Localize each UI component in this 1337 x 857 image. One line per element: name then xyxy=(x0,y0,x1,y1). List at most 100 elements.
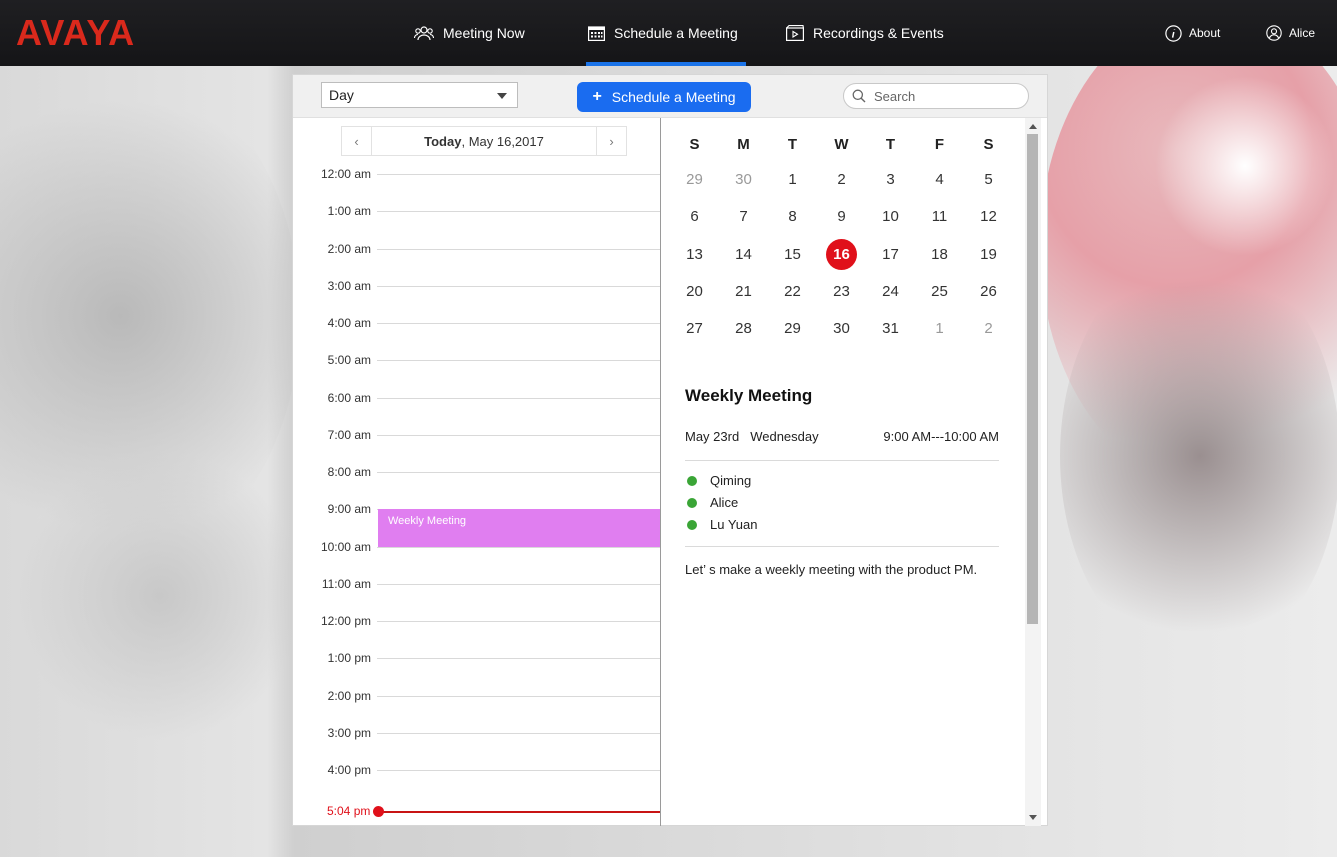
calendar-day[interactable]: 27 xyxy=(670,314,719,344)
hour-gridline xyxy=(377,472,660,473)
calendar-day[interactable]: 6 xyxy=(670,202,719,232)
hour-label: 2:00 pm xyxy=(327,688,371,703)
hour-label: 1:00 am xyxy=(327,204,371,219)
hour-row[interactable]: 4:00 pm xyxy=(293,763,660,807)
calendar-day[interactable]: 4 xyxy=(915,165,964,195)
top-nav-bar: AVAYA Meeting Now Schedule a Meeting Rec… xyxy=(0,0,1337,66)
weekday-label: T xyxy=(787,136,798,153)
weekday-label: F xyxy=(934,136,945,153)
calendar-day[interactable]: 5 xyxy=(964,165,1013,195)
calendar-day[interactable]: 30 xyxy=(719,165,768,195)
calendar-day[interactable]: 13 xyxy=(670,240,719,270)
hour-gridline xyxy=(377,174,660,175)
nav-schedule-meeting[interactable]: Schedule a Meeting xyxy=(586,0,746,66)
calendar-day[interactable]: 1 xyxy=(915,314,964,344)
calendar-week-row: 6 7 8 9 10 11 12 xyxy=(670,202,1013,232)
calendar-week-row: 20 21 22 23 24 25 26 xyxy=(670,277,1013,307)
calendar-day[interactable]: 20 xyxy=(670,277,719,307)
hour-gridline xyxy=(377,397,660,399)
user-name-label: Alice xyxy=(1289,26,1316,40)
calendar-day[interactable]: 9 xyxy=(817,202,866,232)
calendar-day[interactable]: 29 xyxy=(768,314,817,344)
attendee-name: Lu Yuan xyxy=(710,517,758,532)
calendar-day[interactable]: 17 xyxy=(866,240,915,270)
nav-schedule-meeting-label: Schedule a Meeting xyxy=(614,25,738,41)
calendar-day[interactable]: 24 xyxy=(866,277,915,307)
calendar-day[interactable]: 29 xyxy=(670,165,719,195)
hour-label: 10:00 am xyxy=(320,539,371,554)
hour-gridline xyxy=(377,770,660,771)
scroll-down-arrow-icon[interactable] xyxy=(1029,815,1037,820)
calendar-event[interactable]: Weekly Meeting xyxy=(378,509,660,547)
search-input[interactable] xyxy=(874,88,1014,104)
hour-label: 4:00 pm xyxy=(327,763,371,777)
avaya-logo: AVAYA xyxy=(16,12,136,53)
calendar-day[interactable]: 2 xyxy=(817,165,866,195)
schedule-panel: Day + Schedule a Meeting ‹ Today, May 16… xyxy=(292,74,1048,826)
hour-label: 3:00 am xyxy=(327,278,371,293)
hour-label: 3:00 pm xyxy=(327,725,371,740)
calendar-day[interactable]: 3 xyxy=(866,165,915,195)
vertical-scrollbar[interactable] xyxy=(1025,118,1041,826)
meeting-description: Let’ s make a weekly meeting with the pr… xyxy=(685,562,978,577)
weekday-label: M xyxy=(737,136,750,153)
calendar-day[interactable]: 12 xyxy=(964,202,1013,232)
nav-recordings-events[interactable]: Recordings & Events xyxy=(786,0,944,66)
panel-toolbar: Day + Schedule a Meeting xyxy=(293,75,1047,118)
calendar-day[interactable]: 21 xyxy=(719,277,768,307)
calendar-day[interactable]: 14 xyxy=(719,240,768,270)
weekday-label: S xyxy=(689,136,700,153)
calendar-day[interactable]: 8 xyxy=(768,202,817,232)
previous-day-button[interactable]: ‹ xyxy=(342,127,372,155)
view-mode-select[interactable]: Day xyxy=(321,82,518,108)
calendar-week-row: 27 28 29 30 31 1 2 xyxy=(670,314,1013,344)
weekday-header: S M T W T F S xyxy=(670,136,1013,153)
calendar-week-row: 29 30 1 2 3 4 5 xyxy=(670,165,1013,195)
online-status-dot xyxy=(687,475,697,486)
user-menu[interactable]: Alice xyxy=(1266,0,1315,66)
weekday-label: S xyxy=(983,136,994,153)
meeting-weekday-text: Wednesday xyxy=(750,429,819,444)
calendar-day-selected[interactable]: 16 xyxy=(817,239,866,271)
chevron-down-icon xyxy=(497,93,507,99)
scrollbar-thumb[interactable] xyxy=(1027,134,1038,624)
nav-recordings-events-label: Recordings & Events xyxy=(813,25,944,41)
attendee-item: Alice xyxy=(687,495,738,510)
scroll-up-arrow-icon[interactable] xyxy=(1029,124,1037,129)
calendar-event-title: Weekly Meeting xyxy=(388,515,467,527)
hour-label: 12:00 pm xyxy=(320,614,371,628)
nav-meeting-now[interactable]: Meeting Now xyxy=(414,0,525,66)
hour-gridline xyxy=(377,658,660,660)
hour-label: 1:00 pm xyxy=(327,651,371,666)
calendar-day[interactable]: 7 xyxy=(719,202,768,232)
schedule-meeting-button[interactable]: + Schedule a Meeting xyxy=(577,82,751,112)
calendar-day[interactable]: 19 xyxy=(964,240,1013,270)
hour-gridline xyxy=(377,732,660,734)
calendar-day[interactable]: 18 xyxy=(915,240,964,270)
online-status-dot xyxy=(687,497,697,508)
current-date-label: Today, May 16,2017 xyxy=(372,134,596,149)
calendar-day[interactable]: 15 xyxy=(768,240,817,270)
about-link[interactable]: About xyxy=(1165,0,1220,66)
calendar-day[interactable]: 28 xyxy=(719,314,768,344)
calendar-day[interactable]: 25 xyxy=(915,277,964,307)
calendar-day[interactable]: 31 xyxy=(866,314,915,344)
day-view: ‹ Today, May 16,2017 › 12:00 am 1:00 am 2:… xyxy=(293,118,661,826)
calendar-day[interactable]: 10 xyxy=(866,202,915,232)
calendar-day[interactable]: 26 xyxy=(964,277,1013,307)
calendar-icon xyxy=(588,26,605,41)
hour-gridline xyxy=(377,211,660,213)
meeting-title: Weekly Meeting xyxy=(685,386,813,405)
meeting-date: May 23rd Wednesday xyxy=(685,429,819,444)
attendee-item: Qiming xyxy=(687,473,751,488)
online-status-dot xyxy=(687,519,697,530)
calendar-day[interactable]: 22 xyxy=(768,277,817,307)
next-day-button[interactable]: › xyxy=(596,127,626,155)
current-time-label: 5:04 pm xyxy=(327,804,371,818)
calendar-day[interactable]: 23 xyxy=(817,277,866,307)
calendar-day[interactable]: 1 xyxy=(768,165,817,195)
calendar-day[interactable]: 11 xyxy=(915,202,964,232)
calendar-day[interactable]: 30 xyxy=(817,314,866,344)
calendar-day[interactable]: 2 xyxy=(964,314,1013,344)
search-icon xyxy=(852,89,866,103)
